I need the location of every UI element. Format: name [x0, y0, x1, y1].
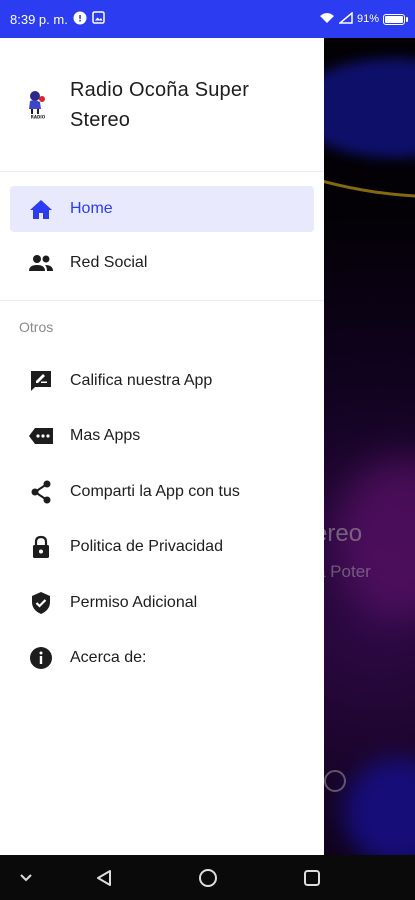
- nav-collapse-button[interactable]: [14, 855, 38, 900]
- notification-badge-icon: !: [73, 11, 87, 28]
- nav-item-permiso[interactable]: Permiso Adicional: [0, 575, 324, 631]
- nav-back-button[interactable]: [92, 855, 116, 900]
- battery-icon: [383, 13, 408, 25]
- section-label-otros: Otros: [19, 319, 54, 335]
- nav-item-label: Comparti la App con tus: [70, 482, 240, 500]
- nav-item-acerca[interactable]: Acerca de:: [0, 631, 324, 687]
- gallery-notification-icon: [92, 11, 105, 27]
- info-icon: [28, 645, 54, 671]
- app-logo: RADIO: [24, 89, 52, 121]
- drawer-header: RADIO Radio Ocoña Super Stereo: [0, 38, 324, 172]
- secondary-nav: Otros Califica nuestra App Mas Apps Comp…: [0, 301, 324, 686]
- recents-square-icon: [304, 869, 320, 886]
- nav-item-privacidad[interactable]: Politica de Privacidad: [0, 520, 324, 576]
- wifi-icon: [319, 12, 335, 27]
- more-tag-icon: [28, 423, 54, 449]
- system-navigation-bar: [0, 855, 415, 900]
- svg-text:RADIO: RADIO: [31, 114, 46, 119]
- chevron-down-icon: [20, 873, 32, 881]
- shield-check-icon: [28, 590, 54, 616]
- nav-item-califica[interactable]: Califica nuestra App: [0, 353, 324, 409]
- app-title: Radio Ocoña Super Stereo: [70, 78, 250, 131]
- rate-review-icon: [28, 368, 54, 394]
- background-app-content[interactable]: ereo a Poter: [324, 38, 415, 855]
- back-triangle-icon: [97, 869, 111, 886]
- nav-item-mas-apps[interactable]: Mas Apps: [0, 409, 324, 465]
- nav-item-label: Home: [70, 200, 113, 217]
- nav-item-label: Mas Apps: [70, 427, 141, 445]
- nav-item-label: Acerca de:: [70, 649, 147, 667]
- nav-home-button[interactable]: [195, 855, 221, 900]
- svg-text:!: !: [78, 14, 82, 24]
- nav-item-label: Permiso Adicional: [70, 593, 198, 611]
- home-icon: [28, 196, 54, 222]
- home-circle-icon: [199, 868, 217, 887]
- signal-icon: [337, 10, 353, 27]
- primary-nav: Home Red Social: [0, 172, 324, 301]
- navigation-drawer: RADIO Radio Ocoña Super Stereo Home Red …: [0, 38, 324, 855]
- battery-percent: 91%: [356, 13, 379, 25]
- lock-icon: [28, 534, 54, 560]
- nav-recents-button[interactable]: [299, 855, 325, 900]
- nav-item-home[interactable]: Home: [10, 186, 314, 232]
- nav-item-label: Califica nuestra App: [70, 371, 213, 389]
- nav-item-red-social[interactable]: Red Social: [0, 232, 324, 294]
- share-icon: [28, 479, 54, 505]
- status-bar: 8:39 p. m. ! 91%: [0, 0, 415, 38]
- status-time: 8:39 p. m.: [10, 11, 68, 27]
- nav-item-label: Red Social: [70, 254, 148, 271]
- nav-item-label: Politica de Privacidad: [70, 538, 223, 556]
- nav-item-compartir[interactable]: Comparti la App con tus: [0, 464, 324, 520]
- people-icon: [28, 250, 54, 276]
